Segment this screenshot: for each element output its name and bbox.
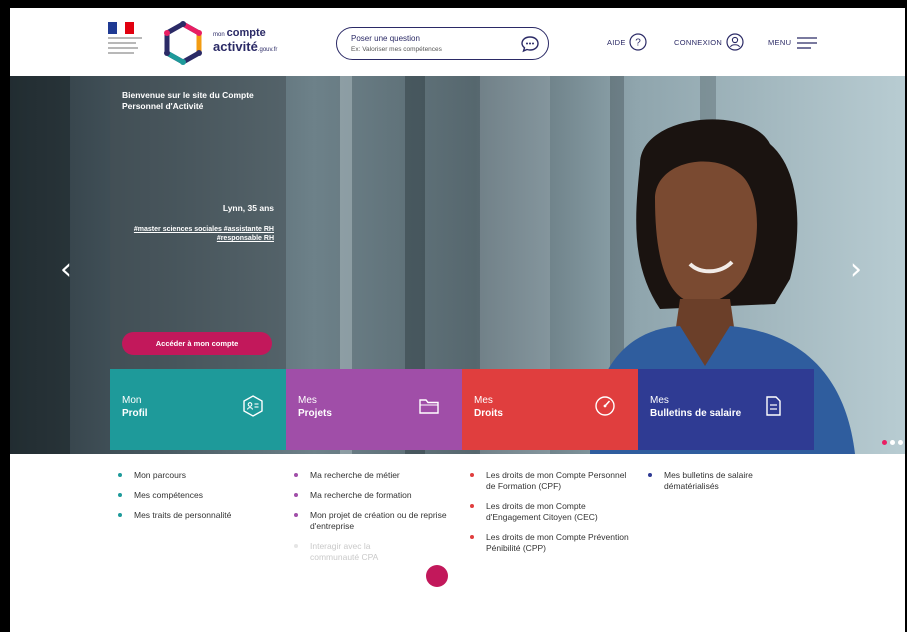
list-droits: Les droits de mon Compte Personnel de Fo… [470,470,635,563]
site-header: mon compte activité.gouv.fr Poser une que… [10,8,905,76]
republique-francaise-logo[interactable] [108,22,148,66]
list-item[interactable]: Les droits de mon Compte Personnel de Fo… [470,470,635,492]
browser-frame: mon compte activité.gouv.fr Poser une que… [10,8,905,632]
flag-icon [108,22,135,34]
hexagon-logo-icon[interactable] [160,20,206,66]
carousel-dot-2[interactable] [890,440,895,445]
search-label: Poser une question [351,34,420,43]
carousel-dot-3[interactable] [898,440,903,445]
aide-link[interactable]: AIDE [607,38,626,47]
list-profil: Mon parcours Mes compétences Mes traits … [118,470,278,530]
list-item[interactable]: Les droits de mon Compte d'Engagement Ci… [470,501,635,523]
list-item[interactable]: Mes bulletins de salaire dématérialisés [648,470,808,492]
list-item[interactable]: Ma recherche de formation [294,490,464,501]
list-projets: Ma recherche de métier Ma recherche de f… [294,470,464,572]
list-bulletins: Mes bulletins de salaire dématérialisés [648,470,808,501]
question-search-box[interactable]: Poser une question Ex: Valoriser mes com… [336,27,549,60]
hamburger-menu-icon[interactable] [796,34,818,52]
tile-mes-projets[interactable]: Mes Projets [286,369,462,450]
tile-mes-droits[interactable]: Mes Droits [462,369,638,450]
tile-mes-bulletins[interactable]: Mes Bulletins de salaire [638,369,814,450]
folder-icon [419,399,439,414]
connexion-link[interactable]: CONNEXION [674,38,722,47]
list-item[interactable]: Mes traits de personnalité [118,510,278,521]
list-item[interactable]: Mon projet de création ou de reprise d'e… [294,510,464,532]
menu-label[interactable]: MENU [768,38,791,47]
site-logo-text[interactable]: mon compte activité.gouv.fr [213,28,277,54]
hero-welcome-text: Bienvenue sur le site du Compte Personne… [122,90,254,112]
list-item-disabled: Interagir avec la communauté CPA [294,541,404,563]
carousel-prev-arrow-icon[interactable]: ‹ [60,252,72,287]
profile-card-icon [243,395,263,417]
carousel-next-arrow-icon[interactable]: › [850,252,862,287]
document-icon [766,396,781,416]
svg-text:?: ? [635,38,641,49]
list-item[interactable]: Ma recherche de métier [294,470,464,481]
search-input[interactable]: Ex: Valoriser mes compétences [351,46,442,53]
testimonial-panel: Bienvenue sur le site du Compte Personne… [110,76,286,376]
testimonial-tags[interactable]: #master sciences sociales #assistante RH… [114,225,274,244]
tile-mon-profil[interactable]: Mon Profil [110,369,286,450]
testimonial-name: Lynn, 35 ans [222,203,274,213]
new-badge-icon [426,565,448,587]
carousel-dots[interactable] [882,440,903,445]
carousel-dot-1[interactable] [882,440,887,445]
help-icon[interactable]: ? [629,33,647,51]
gauge-icon [595,396,615,416]
user-icon[interactable] [726,33,744,51]
chat-bubble-icon[interactable] [520,34,540,54]
list-item[interactable]: Les droits de mon Compte Prévention Péni… [470,532,635,554]
list-item[interactable]: Mon parcours [118,470,278,481]
access-account-button[interactable]: Accéder à mon compte [122,332,272,355]
list-item[interactable]: Mes compétences [118,490,278,501]
